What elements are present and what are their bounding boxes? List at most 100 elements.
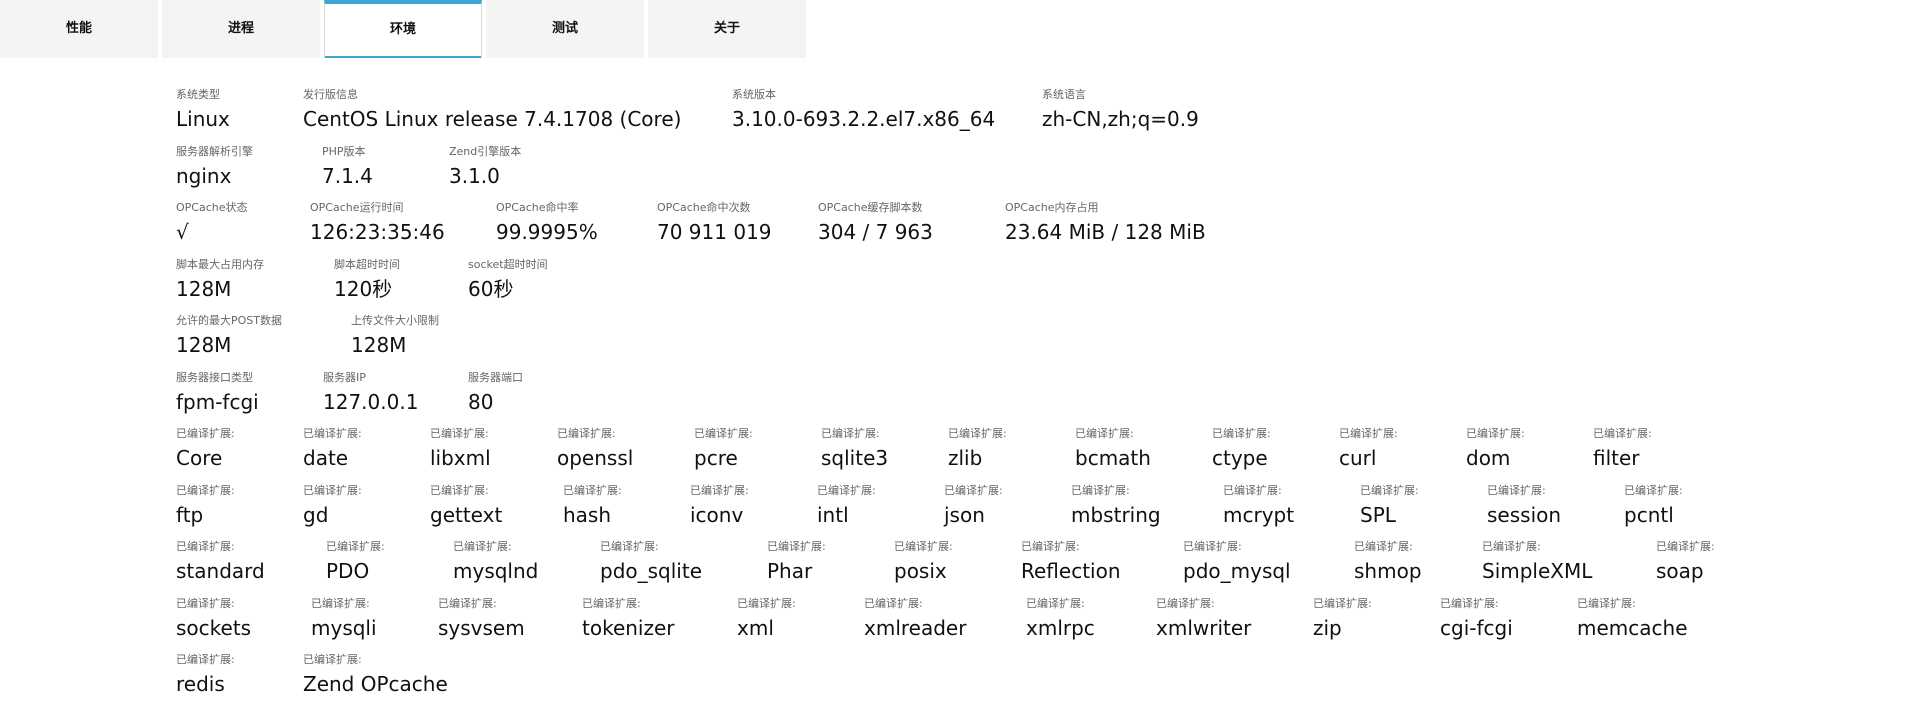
- info-item: 系统语言 zh-CN,zh;q=0.9: [1042, 88, 1199, 132]
- extension-label: 已编译扩展:: [1075, 427, 1134, 440]
- extension-name: dom: [1466, 446, 1511, 470]
- extension-label: 已编译扩展:: [1466, 427, 1525, 440]
- extension-name: pdo_mysql: [1183, 559, 1291, 583]
- extension-item: 已编译扩展: Phar: [767, 540, 826, 584]
- extension-name: mcrypt: [1223, 502, 1295, 527]
- tab-about[interactable]: 关于: [648, 0, 806, 58]
- info-label: 服务器解析引擎: [176, 144, 253, 158]
- tab-test[interactable]: 测试: [486, 0, 644, 58]
- extension-name: mysqli: [311, 615, 377, 640]
- extension-name: bcmath: [1075, 446, 1151, 470]
- extension-label: 已编译扩展:: [303, 427, 362, 440]
- extension-label: 已编译扩展:: [1156, 596, 1215, 610]
- extension-name: ftp: [176, 502, 204, 527]
- extension-name: gettext: [430, 502, 503, 527]
- extension-name: shmop: [1354, 559, 1422, 583]
- info-value: 3.10.0-693.2.2.el7.x86_64: [732, 107, 996, 131]
- extension-item: 已编译扩展: pdo_sqlite: [600, 540, 702, 584]
- extension-label: 已编译扩展:: [1026, 596, 1085, 610]
- tab-performance[interactable]: 性能: [0, 0, 158, 58]
- extension-label: 已编译扩展:: [864, 596, 923, 610]
- extension-item: 已编译扩展: sqlite3: [821, 427, 888, 471]
- extension-item: 已编译扩展: ftp: [176, 484, 235, 528]
- extension-item: 已编译扩展: intl: [817, 484, 876, 528]
- extension-label: 已编译扩展:: [1487, 483, 1546, 497]
- info-value: 304 / 7 963: [818, 220, 933, 244]
- extension-name: PDO: [326, 559, 370, 583]
- info-item: 服务器IP 127.0.0.1: [323, 371, 418, 415]
- info-label: OPCache缓存脚本数: [818, 201, 923, 214]
- info-label: 上传文件大小限制: [351, 314, 439, 327]
- extension-label: 已编译扩展:: [311, 596, 370, 610]
- info-label: 系统类型: [176, 88, 220, 101]
- extension-name: mbstring: [1071, 502, 1161, 527]
- info-label: 系统语言: [1042, 88, 1086, 101]
- extension-item: 已编译扩展: libxml: [430, 427, 491, 471]
- info-label: OPCache命中次数: [657, 201, 751, 214]
- extension-name: redis: [176, 672, 225, 696]
- extension-label: 已编译扩展:: [1656, 540, 1715, 553]
- extension-label: 已编译扩展:: [1223, 483, 1282, 497]
- info-item: 服务器接口类型 fpm-fcgi: [176, 371, 259, 415]
- extension-label: 已编译扩展:: [582, 596, 641, 610]
- extension-name: libxml: [430, 446, 491, 470]
- extension-name: tokenizer: [582, 615, 675, 640]
- extension-item: 已编译扩展: zlib: [948, 427, 1007, 471]
- extension-label: 已编译扩展:: [1577, 596, 1636, 610]
- extension-name: Phar: [767, 559, 813, 583]
- extension-item: 已编译扩展: xmlrpc: [1026, 597, 1095, 641]
- extension-label: 已编译扩展:: [453, 540, 512, 553]
- extension-item: 已编译扩展: curl: [1339, 427, 1398, 471]
- extension-name: memcache: [1577, 615, 1688, 640]
- extension-label: 已编译扩展:: [894, 540, 953, 553]
- extension-label: 已编译扩展:: [176, 653, 235, 666]
- info-item: socket超时时间 60秒: [468, 258, 548, 302]
- info-label: PHP版本: [322, 144, 366, 158]
- extension-label: 已编译扩展:: [737, 596, 796, 610]
- tab-environment[interactable]: 环境: [324, 0, 482, 58]
- extension-label: 已编译扩展:: [303, 653, 362, 666]
- extension-name: xmlreader: [864, 615, 967, 640]
- info-label: OPCache状态: [176, 201, 248, 214]
- extension-item: 已编译扩展: mbstring: [1071, 484, 1161, 528]
- extension-item: 已编译扩展: sysvsem: [438, 597, 525, 641]
- extension-label: 已编译扩展:: [1071, 483, 1130, 497]
- extension-item: 已编译扩展: Reflection: [1021, 540, 1121, 584]
- extension-item: 已编译扩展: pcntl: [1624, 484, 1683, 528]
- info-label: 脚本最大占用内存: [176, 257, 264, 271]
- extension-name: sqlite3: [821, 446, 889, 470]
- extension-name: xml: [737, 615, 774, 640]
- extension-item: 已编译扩展: cgi-fcgi: [1440, 597, 1513, 641]
- extension-name: pcre: [694, 446, 738, 470]
- info-value: 128M: [351, 333, 407, 357]
- extension-item: 已编译扩展: filter: [1593, 427, 1652, 471]
- info-value: 126:23:35:46: [310, 220, 445, 244]
- extension-name: curl: [1339, 446, 1377, 470]
- extension-name: ctype: [1212, 446, 1268, 470]
- extension-label: 已编译扩展:: [690, 483, 749, 497]
- info-value: 127.0.0.1: [323, 389, 419, 414]
- extension-label: 已编译扩展:: [948, 427, 1007, 440]
- extension-item: 已编译扩展: json: [944, 484, 1003, 528]
- info-label: 发行版信息: [303, 88, 358, 101]
- tab-process[interactable]: 进程: [162, 0, 320, 58]
- extension-name: pdo_sqlite: [600, 559, 703, 583]
- info-value: nginx: [176, 163, 232, 188]
- info-value: √: [176, 220, 189, 244]
- extension-item: 已编译扩展: mcrypt: [1223, 484, 1294, 528]
- extension-label: 已编译扩展:: [1440, 596, 1499, 610]
- info-item: 允许的最大POST数据 128M: [176, 314, 282, 358]
- extension-name: sockets: [176, 615, 252, 640]
- extension-item: 已编译扩展: posix: [894, 540, 953, 584]
- info-label: OPCache内存占用: [1005, 201, 1099, 214]
- info-label: 系统版本: [732, 88, 776, 101]
- info-label: Zend引擎版本: [449, 144, 522, 158]
- info-label: OPCache运行时间: [310, 201, 404, 214]
- extension-item: 已编译扩展: redis: [176, 653, 235, 697]
- extension-name: filter: [1593, 446, 1640, 470]
- info-item: 系统版本 3.10.0-693.2.2.el7.x86_64: [732, 88, 995, 132]
- info-label: 允许的最大POST数据: [176, 314, 282, 327]
- extension-item: 已编译扩展: mysqlnd: [453, 540, 538, 584]
- extension-name: openssl: [557, 446, 634, 470]
- info-label: socket超时时间: [468, 257, 548, 271]
